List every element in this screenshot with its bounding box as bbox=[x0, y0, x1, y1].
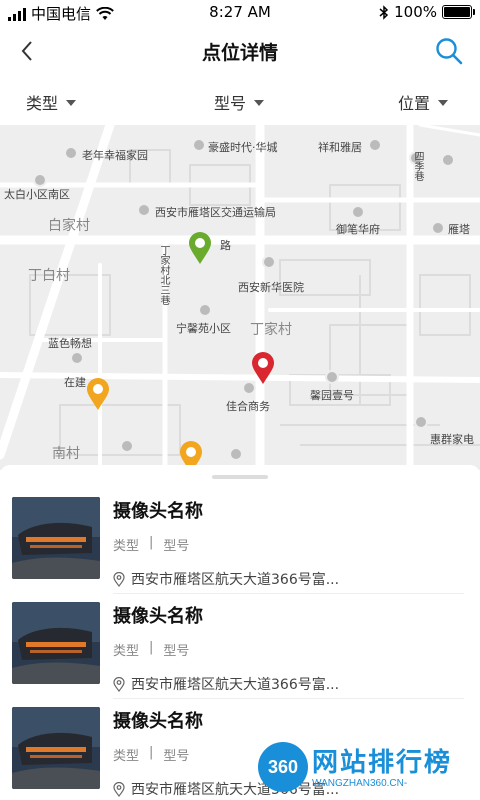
bluetooth-icon bbox=[379, 4, 389, 20]
search-button[interactable] bbox=[432, 34, 466, 68]
map-label: 佳合商务 bbox=[226, 400, 270, 413]
watermark-title: 网站排行榜 bbox=[312, 748, 453, 778]
map-label: 御笔华府 bbox=[336, 223, 380, 236]
camera-model: 型号 bbox=[163, 644, 190, 659]
status-right: 100% bbox=[379, 3, 475, 21]
camera-type: 类型 bbox=[113, 539, 140, 554]
poi-icon bbox=[137, 203, 151, 217]
divider bbox=[113, 593, 464, 594]
camera-thumbnail bbox=[12, 497, 100, 579]
camera-model: 型号 bbox=[163, 749, 190, 764]
poi-icon bbox=[33, 173, 47, 187]
filter-model-label: 型号 bbox=[214, 94, 247, 113]
camera-name: 摄像头名称 bbox=[113, 501, 203, 522]
caret-down-icon bbox=[438, 100, 449, 106]
camera-meta: 类型 | 型号 bbox=[113, 640, 189, 659]
poi-icon bbox=[414, 415, 428, 429]
orange-pin-1[interactable] bbox=[85, 377, 111, 411]
watermark-url: WANGZHAN360.CN- bbox=[312, 778, 408, 789]
filter-model[interactable]: 型号 bbox=[214, 90, 265, 114]
camera-name: 摄像头名称 bbox=[113, 711, 203, 732]
location-icon bbox=[113, 571, 125, 587]
filter-location-label: 位置 bbox=[398, 94, 431, 113]
filter-bar: 类型 型号 位置 bbox=[0, 80, 480, 124]
map-label: 南村 bbox=[52, 446, 80, 462]
poi-icon bbox=[229, 447, 243, 461]
camera-address: 西安市雁塔区航天大道366号富... bbox=[113, 569, 339, 589]
nav-bar: 点位详情 bbox=[0, 26, 480, 76]
filter-type-label: 类型 bbox=[26, 94, 59, 113]
poi-icon bbox=[120, 439, 134, 453]
meta-separator: | bbox=[149, 745, 154, 760]
map-label: 西安市雁塔区交通运输局 bbox=[155, 206, 276, 219]
map-label: 丁白村 bbox=[28, 268, 70, 284]
map-label: 蓝色畅想 bbox=[48, 337, 92, 350]
camera-address-text: 西安市雁塔区航天大道366号富... bbox=[131, 677, 340, 693]
status-bar: 中国电信 8:27 AM 100% bbox=[0, 0, 480, 26]
camera-address-text: 西安市雁塔区航天大道366号富... bbox=[131, 572, 340, 588]
camera-meta: 类型 | 型号 bbox=[113, 535, 189, 554]
poi-icon bbox=[441, 153, 455, 167]
battery-fill bbox=[444, 7, 470, 17]
map-label: 西安新华医院 bbox=[238, 281, 304, 294]
battery-percent: 100% bbox=[394, 3, 437, 21]
red-pin[interactable] bbox=[250, 351, 276, 385]
camera-list-item[interactable]: 摄像头名称 类型 | 型号 西安市雁塔区航天大道366号富... bbox=[0, 497, 480, 602]
camera-meta: 类型 | 型号 bbox=[113, 745, 189, 764]
camera-thumbnail bbox=[12, 602, 100, 684]
caret-down-icon bbox=[254, 100, 265, 106]
map-label: 馨园壹号 bbox=[310, 389, 354, 402]
battery-icon bbox=[442, 5, 475, 19]
map-label: 豪盛时代·华城 bbox=[208, 141, 278, 154]
green-pin[interactable] bbox=[187, 231, 213, 265]
map-label: 太白小区南区 bbox=[4, 188, 70, 201]
watermark: 360 网站排行榜 WANGZHAN360.CN- bbox=[250, 738, 480, 800]
map-label: 路 bbox=[220, 239, 231, 252]
map-label: 丁家村 bbox=[250, 322, 292, 338]
poi-icon bbox=[351, 205, 365, 219]
poi-icon bbox=[431, 221, 445, 235]
map-label: 雁塔 bbox=[448, 223, 470, 236]
poi-icon bbox=[70, 351, 84, 365]
camera-list-item[interactable]: 摄像头名称 类型 | 型号 西安市雁塔区航天大道366号富... bbox=[0, 602, 480, 707]
camera-model: 型号 bbox=[163, 539, 190, 554]
map-road-label: 四季巷 bbox=[412, 151, 423, 181]
location-icon bbox=[113, 781, 125, 797]
poi-icon bbox=[368, 138, 382, 152]
meta-separator: | bbox=[149, 640, 154, 655]
page-title: 点位详情 bbox=[201, 42, 278, 64]
camera-name: 摄像头名称 bbox=[113, 606, 203, 627]
poi-icon bbox=[198, 303, 212, 317]
map-roads bbox=[0, 125, 480, 470]
camera-address: 西安市雁塔区航天大道366号富... bbox=[113, 674, 339, 694]
map-label: 宁馨苑小区 bbox=[176, 322, 231, 335]
divider bbox=[113, 698, 464, 699]
filter-location[interactable]: 位置 bbox=[398, 90, 449, 114]
watermark-logo: 360 bbox=[258, 742, 308, 792]
meta-separator: | bbox=[149, 535, 154, 550]
map-label: 白家村 bbox=[48, 218, 90, 234]
poi-icon bbox=[64, 146, 78, 160]
search-icon bbox=[436, 38, 463, 65]
map-label: 老年幸福家园 bbox=[82, 149, 148, 162]
camera-type: 类型 bbox=[113, 644, 140, 659]
camera-thumbnail bbox=[12, 707, 100, 789]
map-view[interactable]: 老年幸福家园 豪盛时代·华城 祥和雅居 太白小区南区 白家村 西安市雁塔区交通运… bbox=[0, 125, 480, 470]
map-label: 在建 bbox=[64, 376, 86, 389]
drag-handle[interactable] bbox=[212, 475, 268, 479]
caret-down-icon bbox=[66, 100, 77, 106]
location-icon bbox=[113, 676, 125, 692]
hospital-icon bbox=[262, 255, 276, 269]
map-label: 祥和雅居 bbox=[318, 141, 362, 154]
filter-type[interactable]: 类型 bbox=[26, 90, 77, 114]
camera-type: 类型 bbox=[113, 749, 140, 764]
map-road-label: 丁家村北三巷 bbox=[158, 245, 169, 305]
poi-icon bbox=[192, 138, 206, 152]
map-label: 惠群家电 bbox=[430, 433, 474, 446]
poi-icon bbox=[325, 370, 339, 384]
